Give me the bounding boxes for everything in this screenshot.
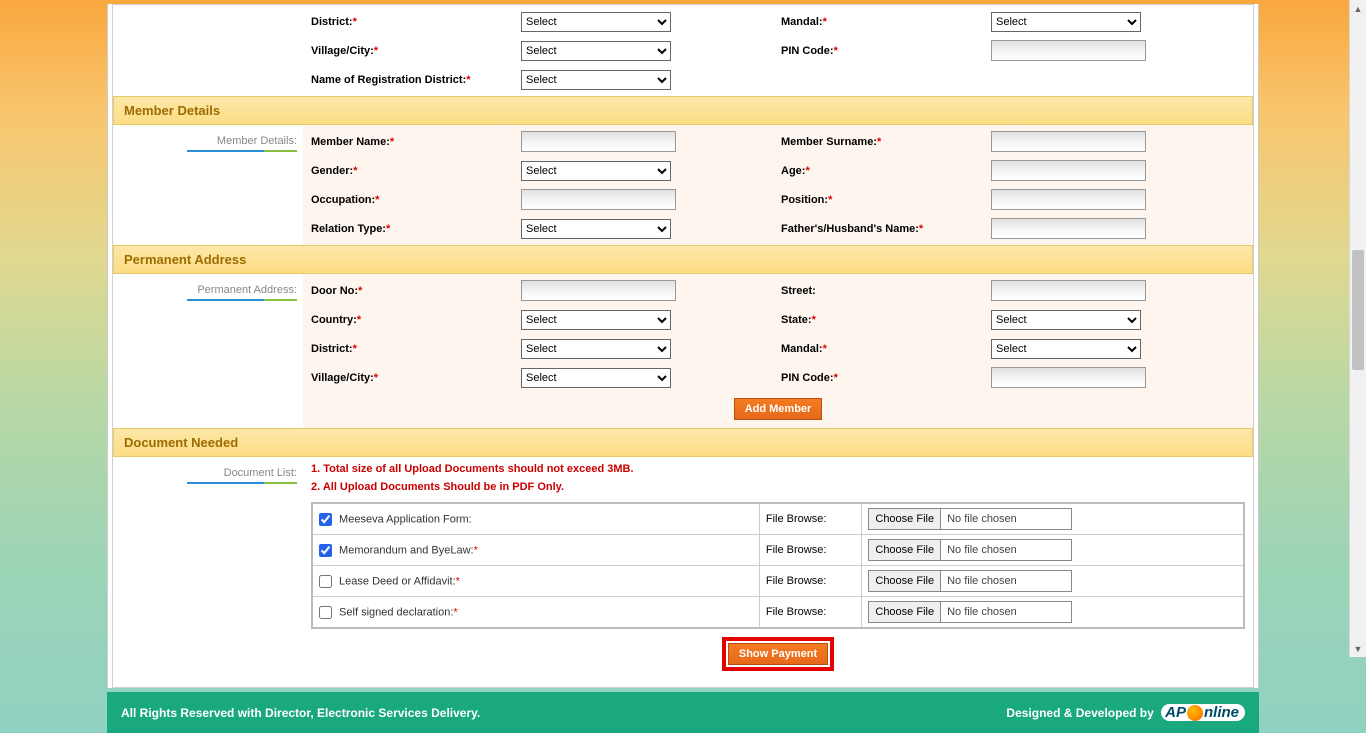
country-label: Country: <box>311 314 357 326</box>
doc-note-1: 1. Total size of all Upload Documents sh… <box>311 461 1245 479</box>
doc-checkbox[interactable] <box>319 606 332 619</box>
doc-row: Self signed declaration:*File Browse:Cho… <box>312 597 1244 629</box>
scrollbar-thumb[interactable] <box>1352 250 1364 370</box>
perm-pincode-input[interactable] <box>991 367 1146 388</box>
choose-file-button[interactable]: Choose File <box>869 509 941 529</box>
vertical-scrollbar[interactable]: ▲ ▼ <box>1349 0 1366 657</box>
perm-district-select[interactable]: Select <box>521 339 671 359</box>
document-needed-header: Document Needed <box>113 428 1253 457</box>
door-label: Door No: <box>311 285 358 297</box>
street-label: Street: <box>781 285 816 297</box>
street-input[interactable] <box>991 280 1146 301</box>
file-browse-label: File Browse: <box>759 597 862 629</box>
scroll-down-arrow-icon[interactable]: ▼ <box>1350 640 1366 657</box>
footer-right: Designed & Developed by APnline <box>1006 704 1245 721</box>
show-payment-button[interactable]: Show Payment <box>728 643 828 665</box>
member-details-header: Member Details <box>113 96 1253 125</box>
relation-label: Relation Type: <box>311 223 386 235</box>
gender-label: Gender: <box>311 165 353 177</box>
file-input[interactable]: Choose FileNo file chosen <box>868 508 1072 530</box>
doc-row: Memorandum and ByeLaw:*File Browse:Choos… <box>312 535 1244 566</box>
choose-file-button[interactable]: Choose File <box>869 602 941 622</box>
file-browse-label: File Browse: <box>759 566 862 597</box>
file-input[interactable]: Choose FileNo file chosen <box>868 601 1072 623</box>
village-select[interactable]: Select <box>521 41 671 61</box>
doc-row: Lease Deed or Affidavit:*File Browse:Cho… <box>312 566 1244 597</box>
reg-district-select[interactable]: Select <box>521 70 671 90</box>
perm-mandal-label: Mandal: <box>781 343 823 355</box>
member-name-label: Member Name: <box>311 136 390 148</box>
gender-select[interactable]: Select <box>521 161 671 181</box>
document-table: Meeseva Application Form: File Browse: Cho… <box>311 502 1245 629</box>
member-surname-input[interactable] <box>991 131 1146 152</box>
underline-icon <box>187 482 297 484</box>
doc-label: Self signed declaration: <box>336 606 453 618</box>
reg-district-label: Name of Registration District: <box>311 74 466 86</box>
add-member-button[interactable]: Add Member <box>734 398 823 420</box>
district-label: District: <box>311 16 353 28</box>
pincode-label: PIN Code: <box>781 45 834 57</box>
position-label: Position: <box>781 194 828 206</box>
permanent-address-header: Permanent Address <box>113 245 1253 274</box>
aponline-logo: APnline <box>1161 704 1245 721</box>
show-payment-highlight: Show Payment <box>722 637 834 671</box>
mandal-label: Mandal: <box>781 16 823 28</box>
pincode-input[interactable] <box>991 40 1146 61</box>
occupation-label: Occupation: <box>311 194 375 206</box>
file-browse-label: File Browse: <box>759 503 862 535</box>
underline-icon <box>187 299 297 301</box>
globe-icon <box>1187 705 1203 721</box>
doc-checkbox[interactable] <box>319 544 332 557</box>
file-browse-label: File Browse: <box>759 535 862 566</box>
age-input[interactable] <box>991 160 1146 181</box>
doc-label: Memorandum and ByeLaw: <box>336 544 474 556</box>
file-input[interactable]: Choose FileNo file chosen <box>868 570 1072 592</box>
country-select[interactable]: Select <box>521 310 671 330</box>
doc-row: Meeseva Application Form: File Browse: Cho… <box>312 503 1244 535</box>
occupation-input[interactable] <box>521 189 676 210</box>
position-input[interactable] <box>991 189 1146 210</box>
document-list-side: Document List: <box>224 467 297 479</box>
relation-select[interactable]: Select <box>521 219 671 239</box>
choose-file-button[interactable]: Choose File <box>869 571 941 591</box>
scroll-up-arrow-icon[interactable]: ▲ <box>1350 0 1366 17</box>
member-surname-label: Member Surname: <box>781 136 877 148</box>
file-input[interactable]: Choose FileNo file chosen <box>868 539 1072 561</box>
file-chosen-text: No file chosen <box>941 602 1071 622</box>
doc-checkbox[interactable] <box>319 575 332 588</box>
perm-pincode-label: PIN Code: <box>781 372 834 384</box>
underline-icon <box>187 150 297 152</box>
mandal-select[interactable]: Select <box>991 12 1141 32</box>
state-select[interactable]: Select <box>991 310 1141 330</box>
file-chosen-text: No file chosen <box>941 571 1071 591</box>
file-chosen-text: No file chosen <box>941 540 1071 560</box>
door-input[interactable] <box>521 280 676 301</box>
doc-checkbox[interactable] <box>319 513 332 526</box>
choose-file-button[interactable]: Choose File <box>869 540 941 560</box>
district-select[interactable]: Select <box>521 12 671 32</box>
village-label: Village/City: <box>311 45 374 57</box>
father-input[interactable] <box>991 218 1146 239</box>
perm-village-select[interactable]: Select <box>521 368 671 388</box>
perm-mandal-select[interactable]: Select <box>991 339 1141 359</box>
member-details-side: Member Details: <box>217 135 297 147</box>
perm-village-label: Village/City: <box>311 372 374 384</box>
file-chosen-text: No file chosen <box>941 509 1071 529</box>
state-label: State: <box>781 314 812 326</box>
doc-note-2: 2. All Upload Documents Should be in PDF… <box>311 479 1245 497</box>
permanent-address-side: Permanent Address: <box>197 284 297 296</box>
doc-label: Lease Deed or Affidavit: <box>336 575 456 587</box>
age-label: Age: <box>781 165 805 177</box>
perm-district-label: District: <box>311 343 353 355</box>
footer-left: All Rights Reserved with Director, Elect… <box>121 706 480 720</box>
father-label: Father's/Husband's Name: <box>781 223 919 235</box>
doc-label: Meeseva Application Form: <box>336 513 472 525</box>
member-name-input[interactable] <box>521 131 676 152</box>
